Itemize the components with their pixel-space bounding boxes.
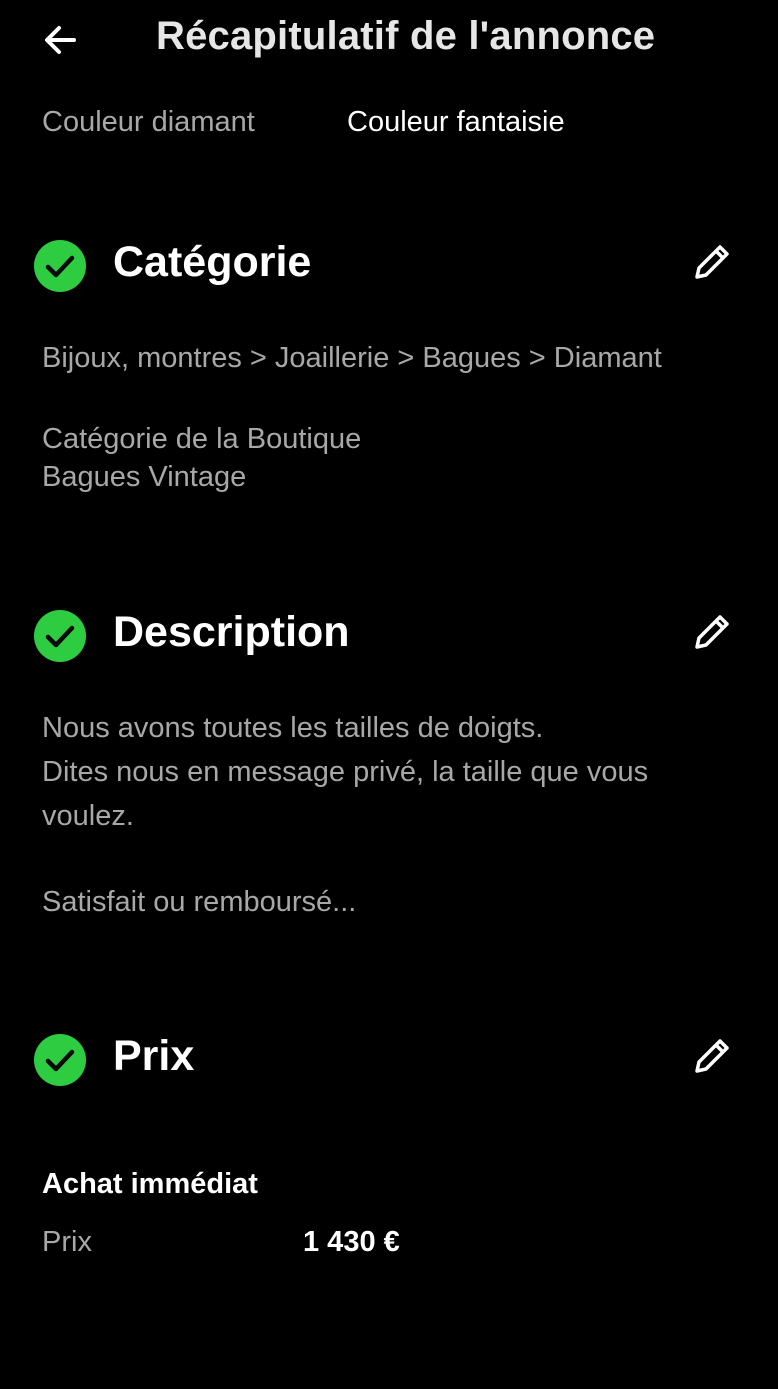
pencil-icon (695, 615, 729, 649)
store-category-value: Bagues Vintage (42, 461, 247, 493)
category-path: Bijoux, montres > Joaillerie > Bagues > … (42, 342, 662, 374)
description-line: Dites nous en message privé, la taille q… (42, 756, 649, 832)
pencil-icon (695, 245, 729, 279)
price-label: Prix (42, 1226, 92, 1258)
top-app-bar: Récapitulatif de l'annonce (0, 0, 778, 80)
arrow-left-icon (45, 26, 76, 54)
description-title: Description (113, 608, 350, 656)
check-circle-icon (34, 240, 86, 292)
price-row: Prix 1 430 € (42, 1226, 742, 1266)
edit-description-button[interactable] (686, 606, 738, 658)
description-line: Nous avons toutes les tailles de doigts. (42, 712, 544, 744)
listing-format-label: Achat immédiat (42, 1168, 258, 1200)
price-section-header: Prix (34, 1030, 744, 1090)
check-circle-icon (34, 610, 86, 662)
page-title: Récapitulatif de l'annonce (156, 14, 656, 58)
item-specific-row: Couleur diamant Couleur fantaisie (42, 106, 742, 146)
category-title: Catégorie (113, 238, 312, 286)
check-circle-icon (34, 1034, 86, 1086)
pencil-icon (695, 1039, 729, 1073)
price-value: 1 430 € (303, 1226, 400, 1258)
edit-price-button[interactable] (686, 1030, 738, 1082)
store-category-label: Catégorie de la Boutique (42, 423, 362, 455)
item-specific-value: Couleur fantaisie (347, 106, 565, 138)
description-line: Satisfait ou remboursé... (42, 886, 357, 918)
edit-category-button[interactable] (686, 236, 738, 288)
category-section-header: Catégorie (34, 236, 744, 296)
price-title: Prix (113, 1032, 195, 1080)
description-section-header: Description (34, 606, 744, 666)
item-specific-label: Couleur diamant (42, 106, 255, 138)
back-button[interactable] (38, 18, 82, 62)
